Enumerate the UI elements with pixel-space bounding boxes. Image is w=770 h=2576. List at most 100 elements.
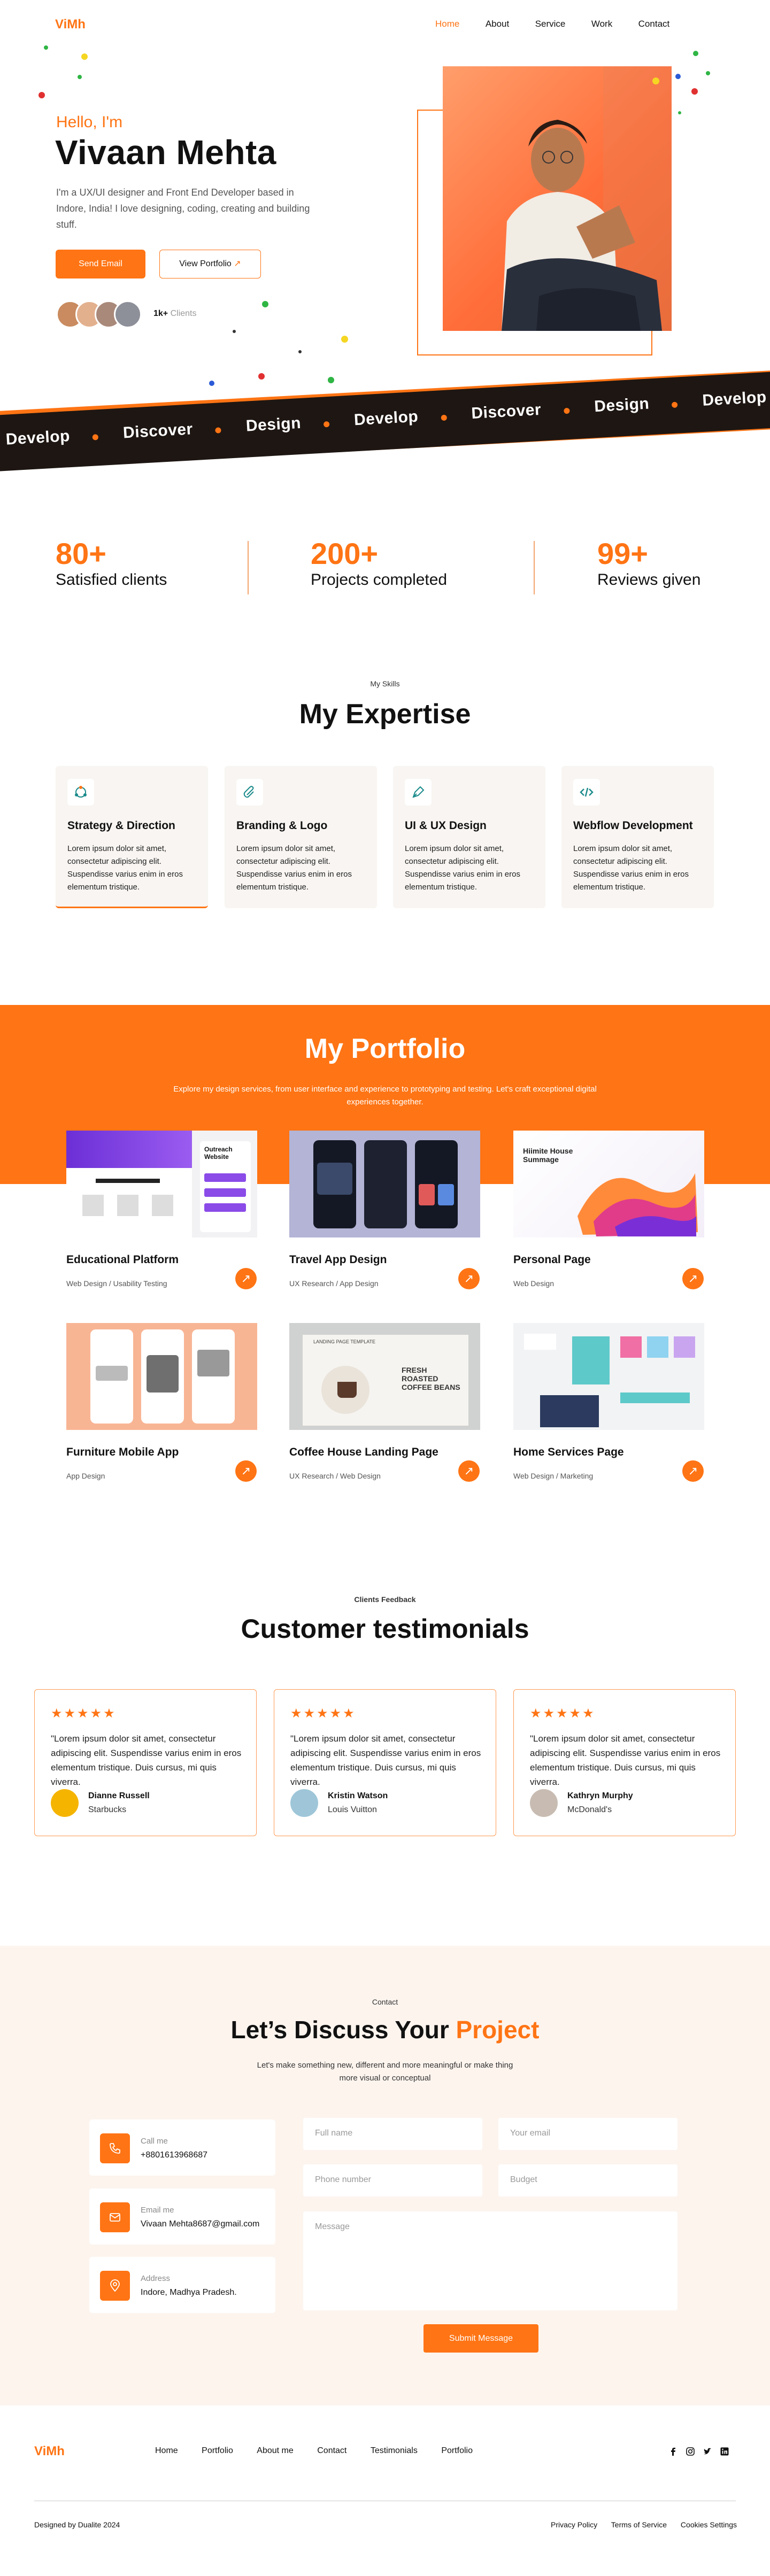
footer-nav: Home Portfolio About me Contact Testimon… <box>155 2446 494 2456</box>
avatar <box>51 1789 79 1817</box>
cookies-link[interactable]: Cookies Settings <box>681 2520 737 2529</box>
confetti-dot <box>691 88 698 95</box>
contact-card-email[interactable]: Email me Vivaan Mehta8687@gmail.com <box>89 2188 275 2245</box>
testimonials-title: Customer testimonials <box>241 1614 529 1644</box>
arrow-up-right-icon[interactable]: ↗ <box>458 1268 480 1289</box>
paperclip-icon <box>236 779 263 806</box>
portfolio-sub: App Design <box>66 1472 105 1480</box>
confetti-dot <box>44 45 48 50</box>
confetti-dot <box>328 377 334 383</box>
testimonials-eyebrow: Clients Feedback <box>354 1595 416 1604</box>
portfolio-sub: Web Design / Usability Testing <box>66 1279 167 1288</box>
portfolio-thumb-homeservices[interactable] <box>513 1323 704 1430</box>
confetti-dot <box>675 74 681 79</box>
portfolio-title-educational[interactable]: Educational Platform <box>66 1254 179 1266</box>
portfolio-sub: UX Research / App Design <box>289 1279 379 1288</box>
view-portfolio-button[interactable]: View Portfolio ↗ <box>159 250 261 279</box>
arrow-up-right-icon[interactable]: ↗ <box>235 1268 257 1289</box>
skill-card-webflow[interactable]: Webflow Development Lorem ipsum dolor si… <box>561 766 714 908</box>
message-field[interactable]: Message <box>303 2211 677 2310</box>
rating-stars: ★★★★★ <box>530 1706 596 1721</box>
portfolio-title: My Portfolio <box>304 1033 466 1064</box>
portfolio-title-personal[interactable]: Personal Page <box>513 1254 591 1266</box>
footer-link[interactable]: Home <box>155 2446 178 2456</box>
portfolio-sub: UX Research / Web Design <box>289 1472 381 1480</box>
footer-logo[interactable]: ViMh <box>34 2444 65 2459</box>
privacy-policy-link[interactable]: Privacy Policy <box>551 2520 597 2529</box>
confetti-dot <box>81 53 88 60</box>
stat-clients: 80+ Satisfied clients <box>56 537 167 589</box>
confetti-dot <box>38 92 45 98</box>
nav-service[interactable]: Service <box>535 19 566 29</box>
full-name-field[interactable]: Full name <box>303 2118 482 2150</box>
portfolio-thumb-travel[interactable] <box>289 1131 480 1237</box>
stat-projects: 200+ Projects completed <box>311 537 448 589</box>
arrow-up-right-icon[interactable]: ↗ <box>682 1460 704 1482</box>
contact-card-address[interactable]: Address Indore, Madhya Pradesh. <box>89 2257 275 2313</box>
copyright: Designed by Dualite 2024 <box>34 2520 120 2529</box>
skills-eyebrow: My Skills <box>370 679 400 688</box>
nav-about[interactable]: About <box>486 19 509 29</box>
confetti-dot <box>652 78 659 84</box>
arrow-up-right-icon[interactable]: ↗ <box>682 1268 704 1289</box>
footer-link[interactable]: About me <box>257 2446 293 2456</box>
portfolio-thumb-furniture[interactable] <box>66 1323 257 1430</box>
budget-field[interactable]: Budget <box>498 2164 677 2196</box>
footer-link[interactable]: Contact <box>317 2446 346 2456</box>
avatar <box>530 1789 558 1817</box>
portfolio-thumb-personal[interactable]: Hiimite House Summage <box>513 1131 704 1237</box>
facebook-icon[interactable] <box>668 2447 678 2459</box>
skill-card-uiux[interactable]: UI & UX Design Lorem ipsum dolor sit ame… <box>393 766 545 908</box>
view-portfolio-label: View Portfolio <box>179 259 232 268</box>
rating-stars: ★★★★★ <box>51 1706 117 1721</box>
portfolio-subtitle: Explore my design services, from user in… <box>173 1085 597 1107</box>
marquee-dark: Develop Discover Design Develop Discover… <box>0 369 770 473</box>
portfolio-title-travel[interactable]: Travel App Design <box>289 1254 387 1266</box>
portfolio-title-coffee[interactable]: Coffee House Landing Page <box>289 1446 438 1459</box>
skill-card-strategy[interactable]: Strategy & Direction Lorem ipsum dolor s… <box>56 766 208 908</box>
nav-work[interactable]: Work <box>591 19 612 29</box>
portfolio-title-homeservices[interactable]: Home Services Page <box>513 1446 624 1459</box>
portfolio-sub: Web Design / Marketing <box>513 1472 594 1480</box>
skill-card-branding[interactable]: Branding & Logo Lorem ipsum dolor sit am… <box>225 766 377 908</box>
arrow-up-right-icon[interactable]: ↗ <box>235 1460 257 1482</box>
portfolio-title-furniture[interactable]: Furniture Mobile App <box>66 1446 179 1459</box>
nav-contact[interactable]: Contact <box>638 19 670 29</box>
skills-title: My Expertise <box>299 699 471 730</box>
hero-greeting: Hello, I'm <box>56 113 123 131</box>
portfolio-thumb-coffee[interactable]: LANDING PAGE TEMPLATE FRESH ROASTED COFF… <box>289 1323 480 1430</box>
phone-field[interactable]: Phone number <box>303 2164 482 2196</box>
logo[interactable]: ViMh <box>55 17 86 32</box>
rating-stars: ★★★★★ <box>290 1706 356 1721</box>
linkedin-icon[interactable] <box>720 2447 729 2459</box>
twitter-icon[interactable] <box>703 2447 712 2459</box>
send-email-button[interactable]: Send Email <box>56 250 145 279</box>
instagram-icon[interactable] <box>686 2447 695 2459</box>
divider <box>534 541 535 594</box>
confetti-dot <box>706 71 710 75</box>
testimonial-card: ★★★★★ "Lorem ipsum dolor sit amet, conse… <box>513 1689 736 1836</box>
footer-link[interactable]: Portfolio <box>441 2446 473 2456</box>
contact-subtitle: Let's make something new, different and … <box>257 2061 513 2083</box>
confetti-dot <box>298 350 302 353</box>
footer-link[interactable]: Testimonials <box>371 2446 418 2456</box>
confetti-dot <box>341 336 348 343</box>
clients-count: 1k+ Clients <box>153 309 197 318</box>
portfolio-thumb-educational[interactable]: Outreach Website <box>66 1131 257 1237</box>
contact-card-phone[interactable]: Call me +8801613968687 <box>89 2119 275 2176</box>
terms-link[interactable]: Terms of Service <box>611 2520 667 2529</box>
confetti-dot <box>262 301 268 307</box>
arrow-up-right-icon[interactable]: ↗ <box>458 1460 480 1482</box>
pen-icon <box>405 779 432 806</box>
confetti-dot <box>78 75 82 79</box>
hero-portrait <box>443 66 672 331</box>
main-nav: Home About Service Work Contact <box>412 19 669 29</box>
contact-eyebrow: Contact <box>372 1998 398 2006</box>
submit-button[interactable]: Submit Message <box>424 2324 538 2353</box>
nav-home[interactable]: Home <box>435 19 459 29</box>
contact-title: Let’s Discuss Your Project <box>230 2016 540 2044</box>
confetti-dot <box>258 373 265 380</box>
footer-link[interactable]: Portfolio <box>202 2446 233 2456</box>
confetti-dot <box>233 330 236 333</box>
email-field[interactable]: Your email <box>498 2118 677 2150</box>
